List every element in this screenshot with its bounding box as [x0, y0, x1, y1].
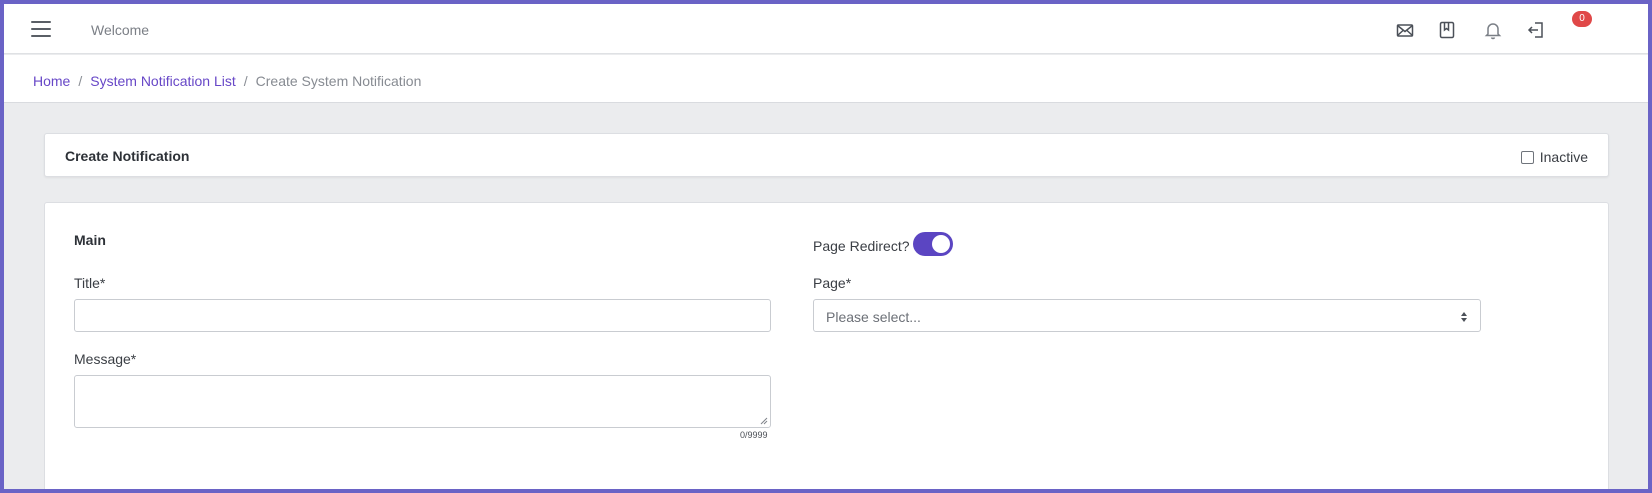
bell-icon[interactable]: [1482, 19, 1504, 41]
section-title: Main: [74, 232, 106, 248]
page-select-placeholder: Please select...: [826, 309, 921, 325]
title-label: Title*: [74, 275, 106, 291]
page-redirect-label: Page Redirect?: [813, 238, 910, 254]
toggle-knob: [932, 235, 950, 253]
breadcrumb-home-link[interactable]: Home: [33, 73, 70, 89]
breadcrumb-separator: /: [78, 73, 83, 89]
inactive-toggle[interactable]: Inactive: [1520, 149, 1588, 165]
bookmark-icon[interactable]: [1436, 19, 1458, 41]
message-char-counter: 0/9999: [740, 430, 768, 440]
app-frame: Welcome 0 Home / System Notification Lis…: [4, 4, 1648, 489]
card-title: Create Notification: [65, 148, 190, 164]
page-redirect-toggle[interactable]: [913, 232, 953, 256]
message-label: Message*: [74, 351, 137, 367]
mail-icon[interactable]: [1394, 19, 1416, 41]
resize-grip-icon[interactable]: [760, 417, 768, 425]
breadcrumb-notification-list-link[interactable]: System Notification List: [90, 73, 236, 89]
page-select[interactable]: Please select...: [813, 299, 1481, 332]
title-input[interactable]: [74, 299, 771, 332]
breadcrumb-current: Create System Notification: [255, 73, 422, 89]
main-form-card: Main Title* Message* 0/9999 Page Redirec…: [44, 202, 1609, 489]
inactive-label: Inactive: [1539, 149, 1588, 165]
page-label: Page*: [813, 275, 852, 291]
breadcrumb-bar: Home / System Notification List / Create Sys…: [4, 55, 1648, 103]
select-arrows-icon: [1461, 312, 1467, 322]
inactive-checkbox[interactable]: [1520, 150, 1534, 164]
breadcrumb: Home / System Notification List / Create Sys…: [33, 73, 421, 89]
logout-icon[interactable]: [1525, 19, 1547, 41]
top-navbar: Welcome 0: [4, 4, 1648, 54]
welcome-text: Welcome: [91, 22, 150, 38]
notification-count-badge: 0: [1572, 11, 1592, 27]
hamburger-menu-icon[interactable]: [31, 21, 51, 37]
breadcrumb-separator: /: [243, 73, 248, 89]
create-notification-header-card: Create Notification Inactive: [44, 133, 1609, 177]
message-textarea[interactable]: [74, 375, 771, 428]
